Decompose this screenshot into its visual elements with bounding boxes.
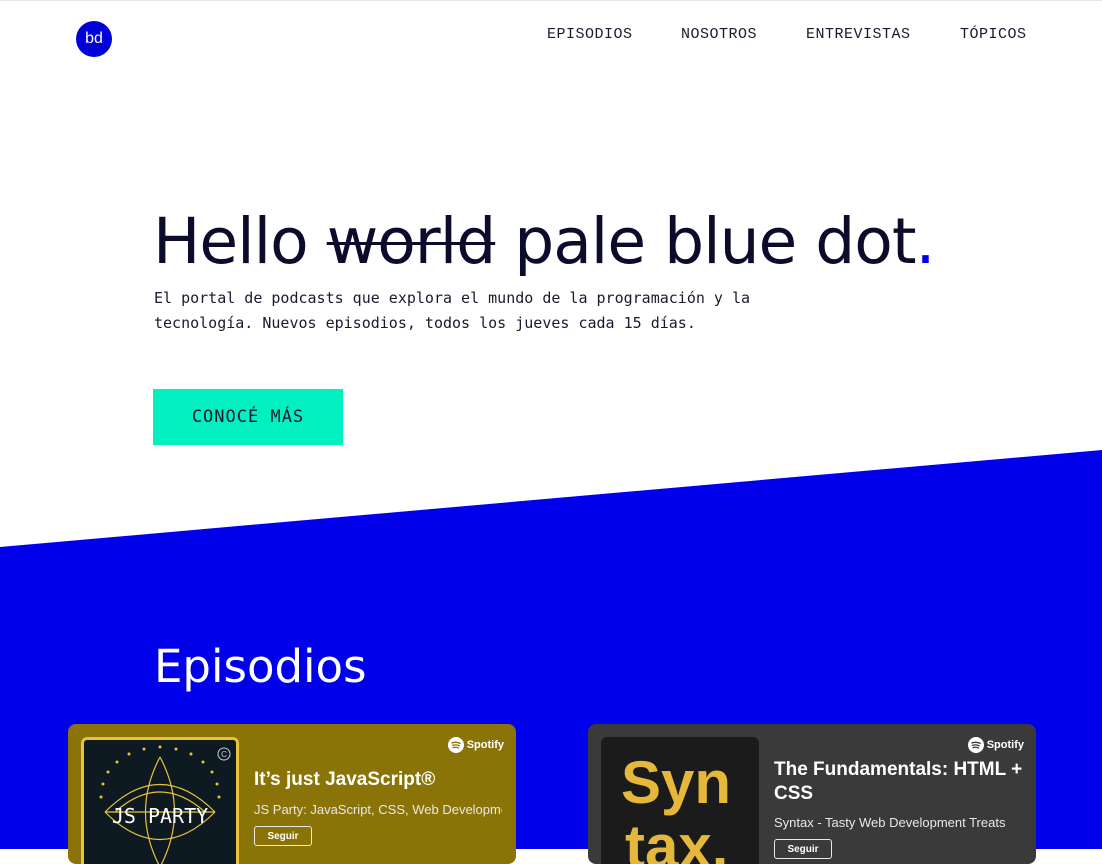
js-party-globe-icon: C JS PARTY [99, 745, 231, 864]
follow-button[interactable]: Seguir [254, 826, 312, 846]
follow-button[interactable]: Seguir [774, 839, 832, 859]
episode-title[interactable]: The Fundamentals: HTML + CSS [774, 758, 1024, 806]
spotify-logo[interactable]: Spotify [447, 737, 504, 753]
episode-title[interactable]: It’s just JavaScript® [254, 768, 504, 792]
episode-card[interactable]: C JS PARTY Spotify It’s just JavaScript®… [68, 724, 516, 864]
spotify-icon [967, 737, 984, 753]
art-text-2: tax. [625, 813, 728, 864]
hero-title-part1: Hello [153, 205, 327, 278]
hero-title-dot: . [915, 205, 936, 278]
episode-artwork: Syn tax. [601, 737, 759, 864]
episode-show: Syntax - Tasty Web Development Treats [774, 815, 1006, 830]
episode-show: JS Party: JavaScript, CSS, Web Developme… [254, 802, 502, 817]
spotify-icon [447, 737, 464, 753]
episodes-heading: Episodios [154, 640, 367, 693]
spotify-label: Spotify [986, 739, 1024, 751]
episode-artwork: C JS PARTY [81, 737, 239, 864]
syntax-logo-icon: Syn tax. [621, 749, 731, 864]
episode-card[interactable]: Syn tax. Spotify The Fundamentals: HTML … [588, 724, 1036, 864]
hero-title: Hello world pale blue dot. [153, 205, 936, 278]
spotify-label: Spotify [466, 739, 504, 751]
hero-title-struck-word: world [326, 205, 496, 278]
hero-subtitle: El portal de podcasts que explora el mun… [154, 289, 751, 332]
conoce-mas-button[interactable]: CONOCÉ MÁS [153, 389, 343, 445]
hero-title-part2: pale blue dot [495, 205, 916, 278]
art-title: JS PARTY [112, 804, 208, 828]
art-badge: C [221, 750, 227, 759]
spotify-logo[interactable]: Spotify [967, 737, 1024, 753]
art-text-1: Syn [621, 749, 731, 816]
